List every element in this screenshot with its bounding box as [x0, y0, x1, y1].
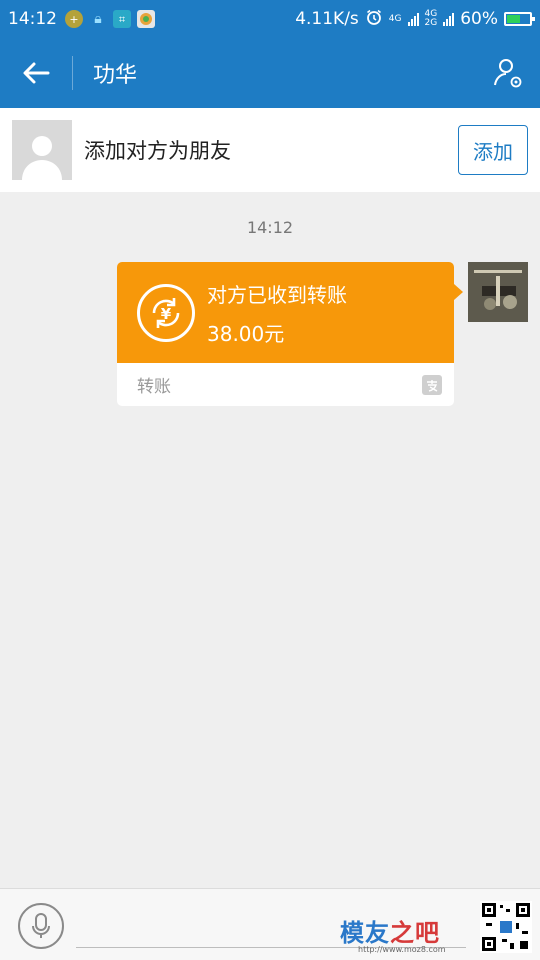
add-friend-prompt: 添加对方为朋友 [84, 139, 231, 163]
signal-bars-1-icon [407, 12, 419, 26]
microphone-icon [32, 913, 50, 938]
status-left: 14:12 + 🔒︎ ⌗ [8, 9, 155, 29]
watermark-brand: 模友之吧 [340, 919, 440, 947]
qr-code-icon [480, 901, 532, 953]
transfer-type-label: 转账 [137, 377, 171, 397]
watermark-url: http://www.moz8.com [358, 945, 446, 954]
avatar[interactable] [12, 120, 72, 180]
transfer-card-header: ¥ 对方已收到转账 38.00元 [117, 262, 463, 363]
notification-plus-icon: + [65, 10, 83, 28]
watermark-logo: 模友之吧 http://www.moz8.com [340, 903, 460, 955]
add-friend-bar: 添加对方为朋友 添加 [0, 108, 540, 192]
chat-title: 功华 [93, 63, 138, 88]
app-header: 功华 [0, 38, 540, 108]
network-speed: 4.11K/s [295, 9, 359, 29]
message-timestamp: 14:12 [246, 218, 294, 237]
arrow-left-icon [23, 62, 50, 84]
transfer-message-card[interactable]: ¥ 对方已收到转账 38.00元 转账 [117, 262, 463, 406]
my-avatar[interactable] [468, 262, 528, 322]
signal-bars-2-icon [443, 12, 455, 26]
transfer-amount: 38.00元 [207, 321, 285, 346]
svg-text:¥: ¥ [161, 305, 172, 323]
status-bar: 14:12 + 🔒︎ ⌗ 4.11K/s 4G 4G 2G 60% [0, 0, 540, 38]
battery-icon [504, 12, 535, 26]
app-notification-icon [137, 10, 155, 28]
lock-icon: 🔒︎ [94, 11, 102, 27]
payment-brand-icon [422, 374, 442, 395]
transfer-card-footer: 转账 [117, 363, 454, 406]
status-right: 4.11K/s 4G 4G 2G 60% [295, 8, 535, 30]
input-bar: 模友之吧 http://www.moz8.com [0, 888, 540, 960]
user-settings-icon [494, 59, 522, 88]
transfer-status: 对方已收到转账 [207, 282, 347, 307]
transfer-texts: 对方已收到转账 38.00元 [207, 279, 347, 347]
battery-percent: 60% [460, 9, 498, 29]
avatar-photo-icon [468, 262, 528, 322]
default-avatar-icon [22, 136, 62, 180]
network-type-2: 4G 2G [424, 9, 438, 28]
status-time: 14:12 [8, 9, 57, 29]
chat-settings-button[interactable] [476, 38, 540, 108]
back-button[interactable] [0, 38, 72, 108]
voice-input-button[interactable] [18, 903, 64, 949]
alarm-icon [365, 8, 383, 30]
chat-area[interactable]: 14:12 ¥ 对方已收到转账 38.00元 转账 [0, 192, 540, 888]
battery-fill [507, 15, 521, 23]
scan-icon: ⌗ [113, 10, 131, 28]
header-divider [72, 56, 73, 90]
add-friend-button[interactable]: 添加 [458, 125, 528, 175]
transfer-received-icon: ¥ [137, 283, 195, 342]
network-type-1: 4G [388, 13, 402, 24]
